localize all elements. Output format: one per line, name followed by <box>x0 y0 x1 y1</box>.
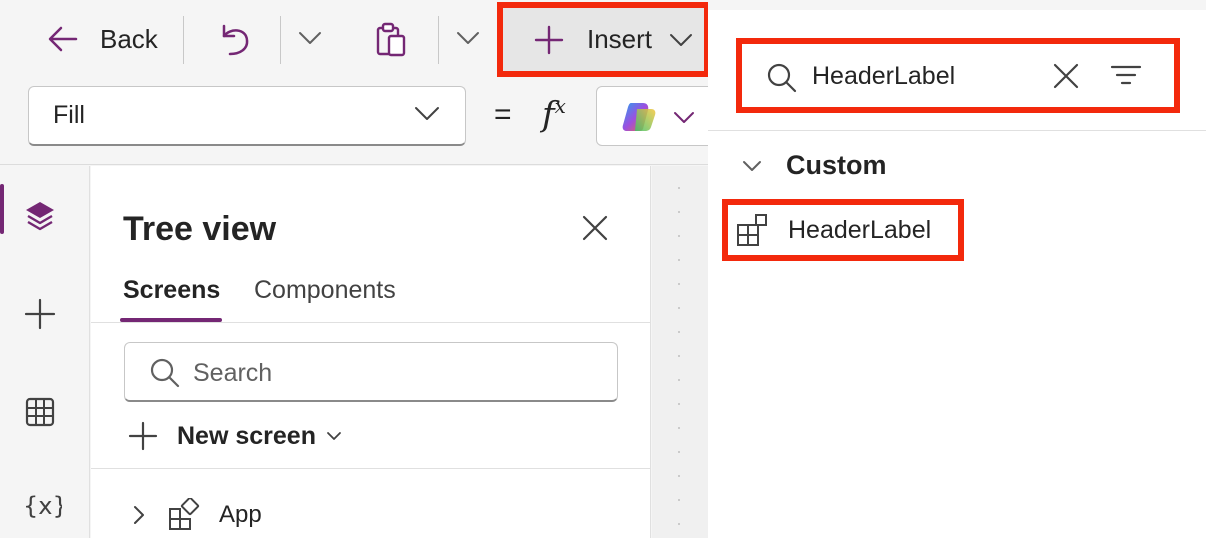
data-table-icon[interactable] <box>22 394 58 430</box>
chevron-down-icon <box>743 160 761 171</box>
app-icon <box>169 498 200 530</box>
command-bar: Back Insert <box>0 0 710 80</box>
new-screen-button[interactable]: New screen <box>127 420 342 452</box>
close-icon[interactable] <box>581 214 609 242</box>
chevron-down-icon <box>674 112 694 123</box>
tab-screens[interactable]: Screens <box>123 276 220 305</box>
clear-icon[interactable] <box>1052 62 1080 90</box>
undo-icon <box>222 24 249 56</box>
insert-pane: HeaderLabel Custom HeaderLabel <box>708 0 1206 538</box>
app-window: Back Insert Fill = fx {x Tree view Scree… <box>0 0 1206 538</box>
divider <box>183 16 184 64</box>
divider <box>280 16 281 64</box>
panel-title: Tree view <box>123 210 277 248</box>
insert-highlight-box: Insert <box>497 2 710 77</box>
divider <box>438 16 439 64</box>
insert-search-input[interactable]: HeaderLabel <box>742 44 1174 107</box>
paste-dropdown-button[interactable] <box>455 30 481 46</box>
divider <box>91 322 651 323</box>
canvas-grid <box>678 176 680 536</box>
svg-text:{x}: {x} <box>23 492 62 520</box>
active-indicator <box>0 184 4 234</box>
result-item-headerlabel[interactable]: HeaderLabel <box>728 205 958 255</box>
chevron-down-icon <box>327 432 341 440</box>
search-value: HeaderLabel <box>812 62 956 90</box>
plus-icon[interactable] <box>22 296 58 332</box>
tree-item-label: App <box>219 501 262 528</box>
component-icon <box>737 214 767 246</box>
copilot-icon <box>622 103 656 131</box>
property-dropdown[interactable]: Fill <box>28 86 466 146</box>
search-icon <box>767 63 797 93</box>
undo-button[interactable] <box>218 22 252 58</box>
chevron-down-icon <box>457 32 479 44</box>
undo-dropdown-button[interactable] <box>297 30 323 46</box>
divider <box>0 164 708 165</box>
filter-icon[interactable] <box>1110 62 1142 90</box>
divider <box>708 130 1206 131</box>
arrow-left-icon <box>48 26 78 52</box>
group-header-custom[interactable]: Custom <box>742 150 887 181</box>
search-icon <box>150 358 180 388</box>
equals-sign: = <box>494 98 512 131</box>
result-highlight-box: HeaderLabel <box>722 199 964 261</box>
studio-area: Back Insert Fill = fx {x Tree view Scree… <box>0 0 726 538</box>
property-value: Fill <box>53 101 85 129</box>
left-rail: {x} <box>0 166 90 538</box>
canvas-area[interactable] <box>652 166 708 538</box>
pane-top-strip <box>708 0 1206 10</box>
group-label: Custom <box>786 150 887 180</box>
chevron-right-icon[interactable] <box>131 504 147 526</box>
result-label: HeaderLabel <box>788 215 932 244</box>
back-label: Back <box>100 23 158 54</box>
tree-view-panel: Tree view Screens Components Search New … <box>91 166 651 538</box>
layers-icon[interactable] <box>22 198 58 234</box>
divider <box>91 468 651 469</box>
fx-icon: fx <box>542 94 566 135</box>
variables-icon[interactable]: {x} <box>22 488 62 524</box>
tree-item-app[interactable]: App <box>131 498 262 532</box>
search-highlight-box: HeaderLabel <box>736 38 1180 113</box>
paste-button[interactable] <box>374 22 408 58</box>
insert-button[interactable]: Insert <box>503 8 704 71</box>
back-button[interactable]: Back <box>46 22 158 56</box>
tree-search-input[interactable]: Search <box>124 342 618 402</box>
formula-bar: Fill = fx <box>0 82 726 150</box>
clipboard-icon <box>376 22 406 57</box>
insert-label: Insert <box>587 24 653 54</box>
tab-components[interactable]: Components <box>254 276 396 305</box>
new-screen-label: New screen <box>177 421 316 450</box>
copilot-button[interactable] <box>596 86 726 146</box>
plus-icon <box>128 421 158 451</box>
search-placeholder: Search <box>193 359 273 387</box>
plus-icon <box>534 25 564 54</box>
chevron-down-icon <box>415 107 439 120</box>
chevron-down-icon <box>670 33 693 46</box>
chevron-down-icon <box>299 32 321 44</box>
